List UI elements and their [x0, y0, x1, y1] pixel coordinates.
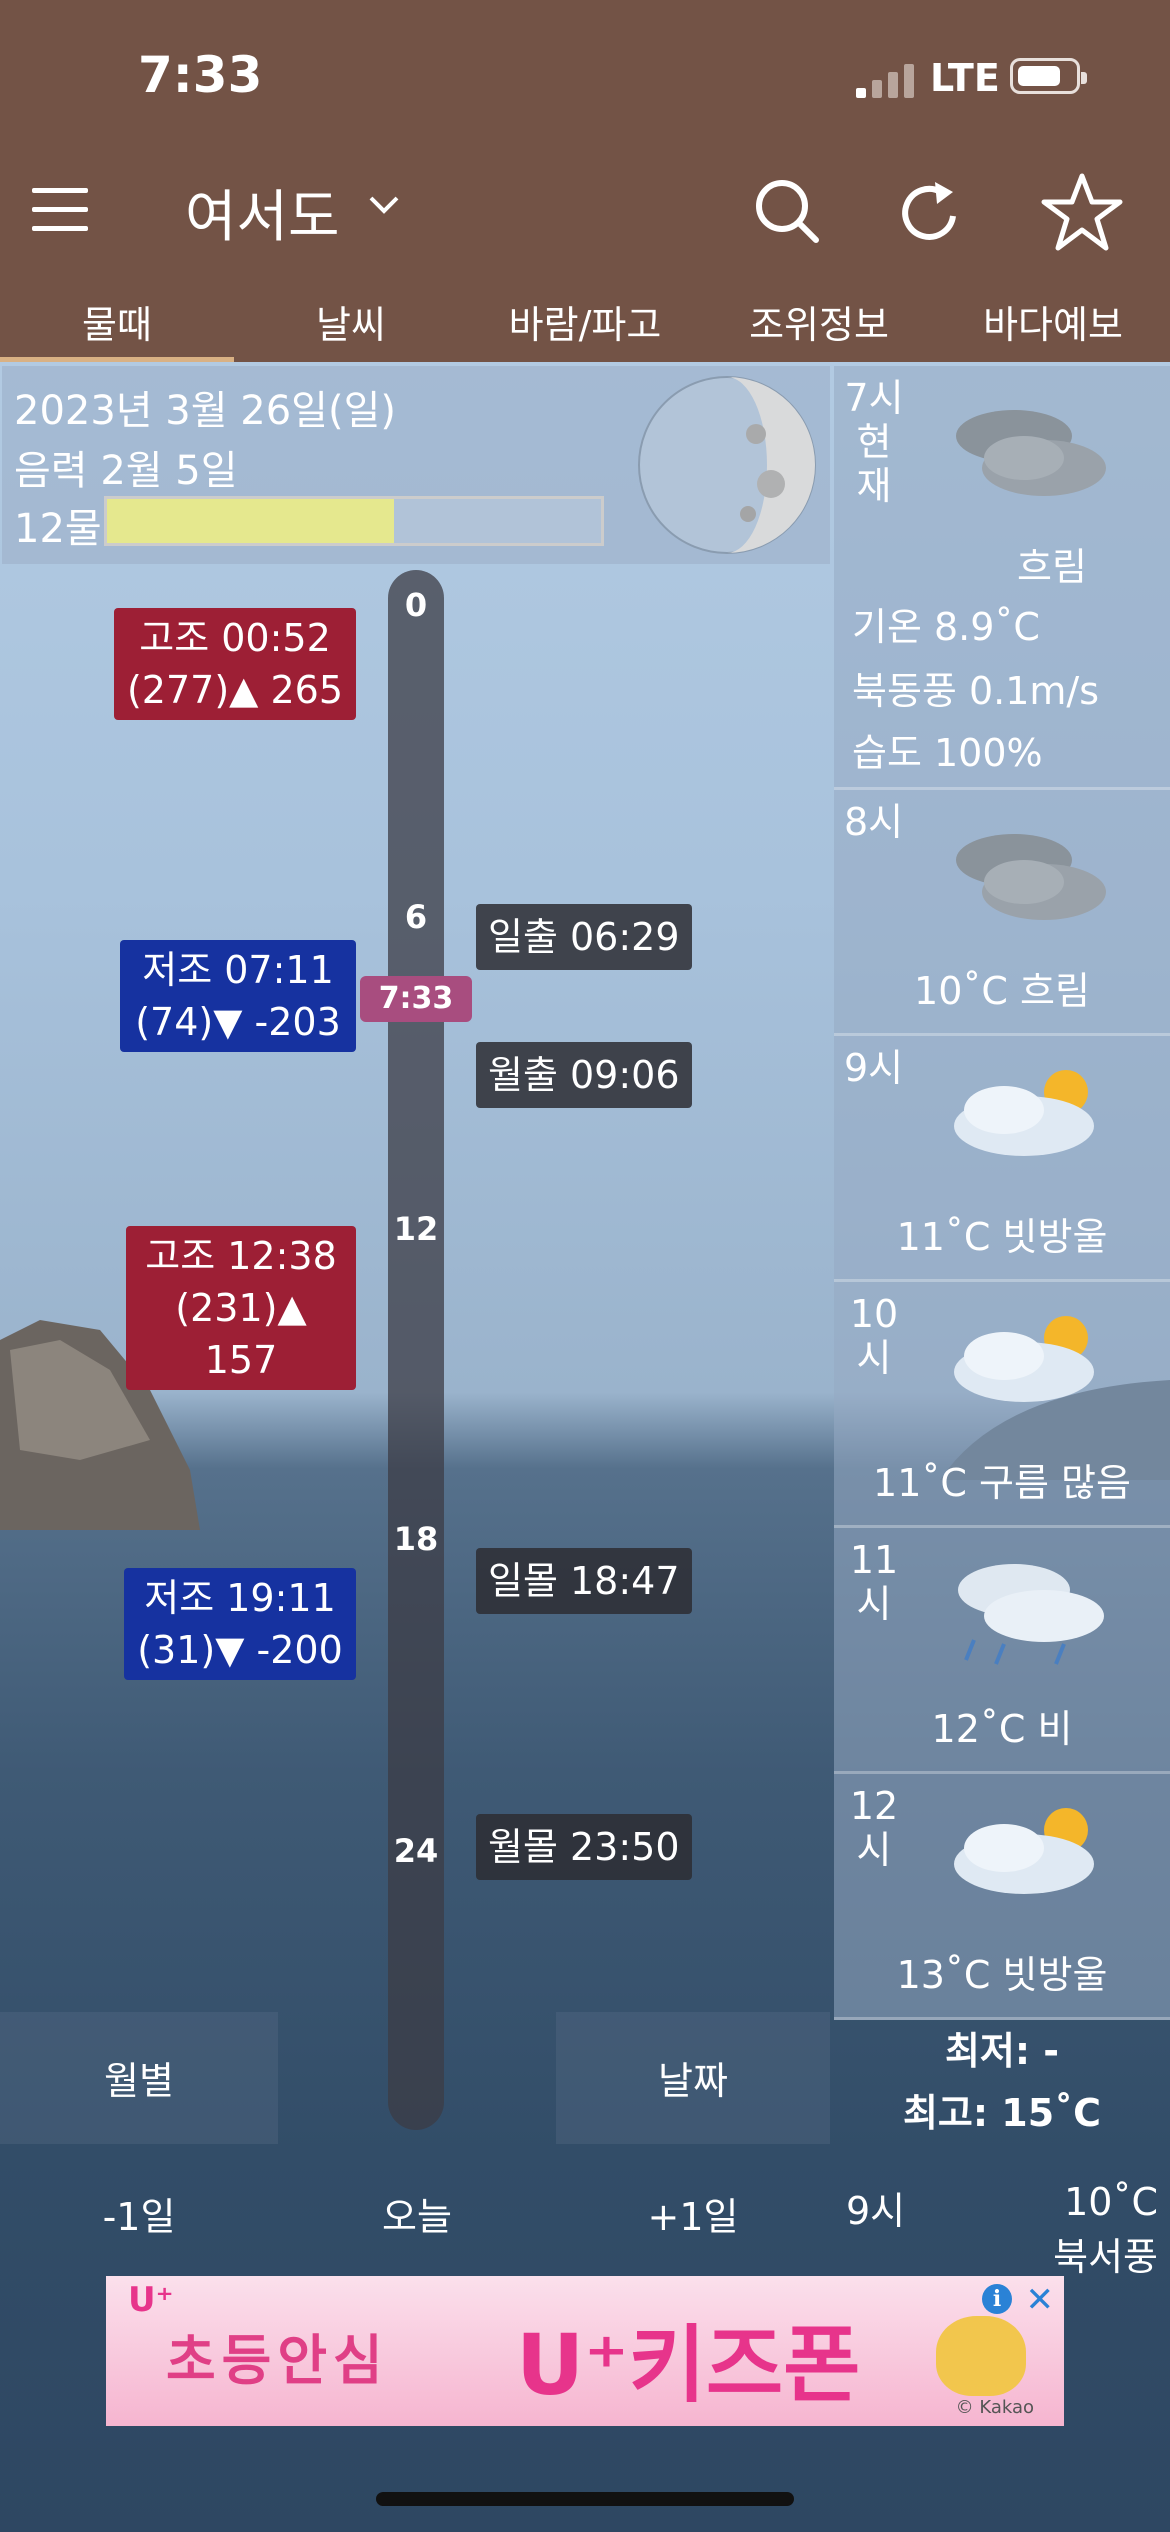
signal-icon — [856, 64, 914, 98]
temperature: 기온 8.9˚C — [852, 605, 1040, 649]
min-temp: 최저: - — [944, 2029, 1060, 2073]
max-temp: 최고: 15˚C — [902, 2091, 1102, 2135]
weather-hour-cell: 8시 10˚C 흐림 — [834, 790, 1170, 1036]
status-bar: 7:33 LTE — [0, 0, 1170, 150]
timeline-tick: 0 — [404, 586, 428, 624]
moonset-label: 월몰 23:50 — [476, 1814, 692, 1880]
tide-time: 고조 00:52 — [139, 616, 331, 660]
lunar-date: 음력 2월 5일 — [14, 448, 238, 494]
ad-banner[interactable]: U⁺ 초등안심 U⁺키즈폰 © Kakao i ✕ — [106, 2276, 1064, 2426]
refresh-icon[interactable] — [895, 178, 965, 248]
home-indicator — [376, 2492, 794, 2506]
date-info-panel: 2023년 3월 26일(일) 음력 2월 5일 12물 — [2, 366, 830, 564]
weather-hour-cell: 11 시 12˚C 비 — [834, 1528, 1170, 1774]
weather-now-cell: 7시 현 재 흐림 기온 8.9˚C 북동풍 0.1m/s 습도 100% — [834, 366, 1170, 790]
weather-desc: 10˚C 흐림 — [914, 969, 1090, 1013]
tab-wind-wave[interactable]: 바람/파고 — [468, 274, 702, 362]
weather-hour: 8시 — [844, 800, 904, 844]
battery-icon — [1010, 58, 1087, 94]
tide-high-1: 고조 00:52 (277)▲ 265 — [114, 608, 356, 720]
next-day-button[interactable]: +1일 — [556, 2186, 830, 2241]
tab-bar: 물때 날씨 바람/파고 조위정보 바다예보 — [0, 274, 1170, 362]
humidity: 습도 100% — [852, 731, 1043, 775]
solar-date: 2023년 3월 26일(일) — [14, 388, 396, 434]
sunrise-label: 일출 06:29 — [476, 904, 692, 970]
ad-brand: U⁺키즈폰 — [516, 2316, 861, 2414]
weather-hour: 9시 — [844, 1046, 904, 1090]
tab-sea-forecast[interactable]: 바다예보 — [936, 274, 1170, 362]
tab-tide[interactable]: 물때 — [0, 274, 234, 362]
mul-progress-fill — [107, 499, 394, 543]
ad-text: 초등안심 — [166, 2329, 389, 2392]
search-icon[interactable] — [752, 176, 822, 246]
status-time: 7:33 — [138, 46, 263, 104]
weather-hour: 11 시 — [849, 1538, 899, 1626]
rain-icon — [958, 1564, 1104, 1665]
weather-hour-cell: 9시 11˚C 빗방울 — [834, 1036, 1170, 1282]
wind: 북동풍 0.1m/s — [852, 669, 1100, 713]
weather-hour: 9시 — [846, 2189, 906, 2233]
tide-level: (277)▲ 265 — [126, 668, 343, 712]
day-timeline: 0 6 12 18 24 — [388, 570, 444, 2130]
timeline-tick: 12 — [393, 1210, 439, 1248]
weather-desc: 11˚C 구름 많음 — [873, 1461, 1131, 1505]
tide-low-1: 저조 07:11 (74)▼ -203 — [120, 940, 356, 1052]
menu-icon[interactable] — [32, 188, 88, 232]
sunset-label: 일몰 18:47 — [476, 1548, 692, 1614]
favorite-star-icon[interactable] — [1040, 172, 1124, 252]
temperature: 10˚C — [1064, 2180, 1158, 2224]
date-button[interactable]: 날짜 — [556, 2050, 830, 2105]
tab-weather[interactable]: 날씨 — [234, 274, 468, 362]
weather-desc: 흐림 — [1017, 545, 1087, 589]
ad-info-icon[interactable]: i — [982, 2284, 1012, 2314]
timeline-tick: 24 — [393, 1832, 439, 1870]
prev-day-button[interactable]: -1일 — [0, 2186, 278, 2241]
mul-label: 12물 — [14, 506, 102, 552]
ad-close-icon[interactable]: ✕ — [1026, 2280, 1055, 2320]
moon-phase-icon — [638, 376, 816, 554]
weather-desc: 13˚C 빗방울 — [896, 1953, 1108, 1997]
mul-progress-bar — [104, 496, 604, 546]
moonrise-label: 월출 09:06 — [476, 1042, 692, 1108]
timeline-tick: 6 — [404, 898, 428, 936]
location-title[interactable]: 여서도 — [185, 172, 340, 253]
tide-level: (74)▼ -203 — [135, 1000, 341, 1044]
monthly-button[interactable]: 월별 — [0, 2050, 278, 2105]
min-max-temp: 최저: - 최고: 15˚C — [834, 2020, 1170, 2144]
weather-desc: 12˚C 비 — [931, 1707, 1073, 1751]
tide-low-2: 저조 19:11 (31)▼ -200 — [124, 1568, 356, 1680]
tide-time: 고조 12:38 — [145, 1234, 337, 1278]
timeline-tick: 18 — [393, 1520, 439, 1558]
weather-hour: 10 시 — [849, 1292, 899, 1380]
ad-uplus-logo: U⁺ — [128, 2280, 174, 2320]
today-button[interactable]: 오늘 — [278, 2186, 556, 2241]
ad-character-image — [936, 2316, 1026, 2396]
weather-desc: 11˚C 빗방울 — [896, 1215, 1108, 1259]
app-bar: 여서도 — [0, 150, 1170, 274]
chevron-down-icon[interactable] — [368, 194, 400, 216]
wind: 북서풍 — [1053, 2235, 1158, 2279]
weather-hour-cell: 10 시 11˚C 구름 많음 — [834, 1282, 1170, 1528]
cloudy-icon — [956, 410, 1106, 496]
partly-sunny-icon — [954, 1808, 1094, 1894]
tide-level: (231)▲ 157 — [175, 1286, 307, 1382]
tide-time: 저조 07:11 — [142, 948, 334, 992]
weather-hour-cell: 12 시 13˚C 빗방울 — [834, 1774, 1170, 2020]
current-time-marker: 7:33 — [360, 976, 472, 1022]
weather-hour: 12 시 — [849, 1784, 899, 1872]
partly-sunny-icon — [954, 1316, 1094, 1402]
tab-tide-info[interactable]: 조위정보 — [702, 274, 936, 362]
weather-hour: 7시 현 재 — [844, 376, 904, 508]
ad-credit: © Kakao — [955, 2397, 1034, 2418]
tide-time: 저조 19:11 — [144, 1576, 336, 1620]
cloudy-icon — [956, 834, 1106, 920]
network-label: LTE — [930, 56, 1000, 100]
tide-level: (31)▼ -200 — [137, 1628, 343, 1672]
tide-high-2: 고조 12:38 (231)▲ 157 — [126, 1226, 356, 1390]
partly-sunny-icon — [954, 1070, 1094, 1156]
